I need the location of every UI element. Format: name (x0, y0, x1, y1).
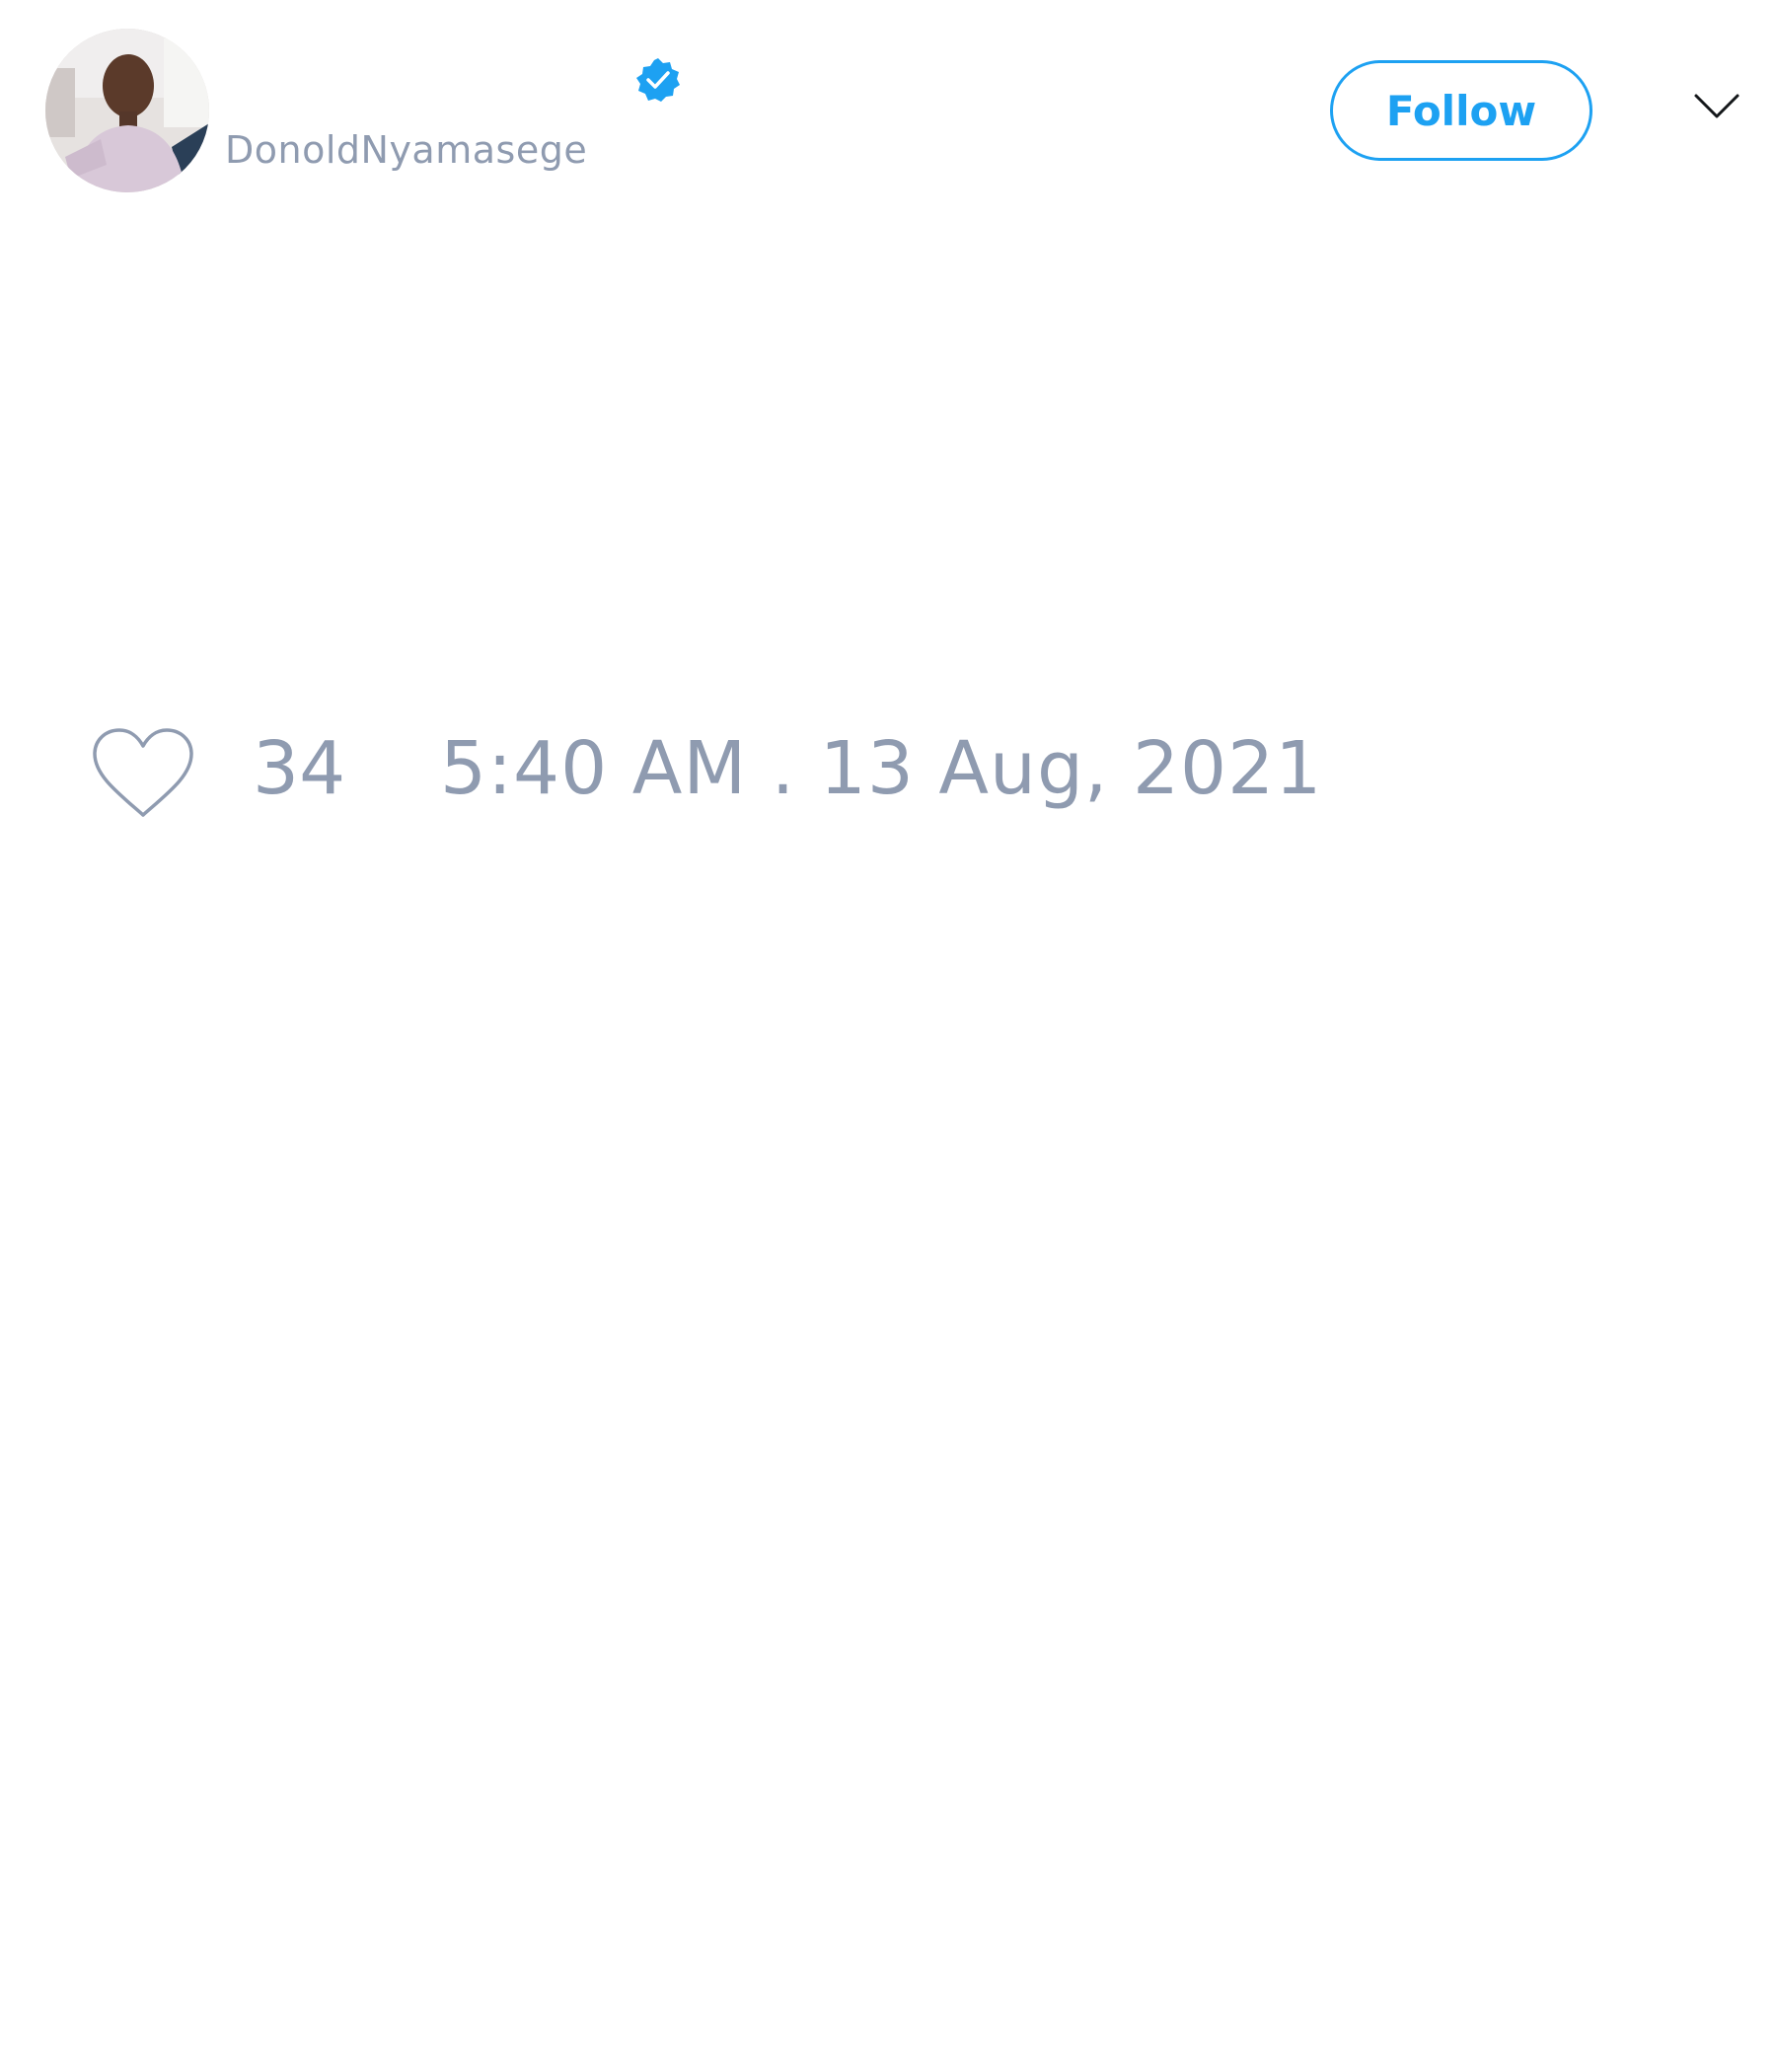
avatar[interactable] (45, 29, 209, 192)
verified-badge-icon (635, 57, 681, 103)
follow-button[interactable]: Follow (1330, 60, 1592, 161)
heart-icon[interactable] (89, 726, 197, 821)
author-handle[interactable]: DonoldNyamasege (225, 128, 587, 172)
tweet-card: DonoldNyamasege Follow 34 5:40 AM . 13 A… (0, 0, 1776, 2072)
tweet-timestamp[interactable]: 5:40 AM . 13 Aug, 2021 (440, 732, 1322, 805)
like-count: 34 (253, 726, 346, 811)
chevron-down-icon[interactable] (1693, 91, 1740, 122)
